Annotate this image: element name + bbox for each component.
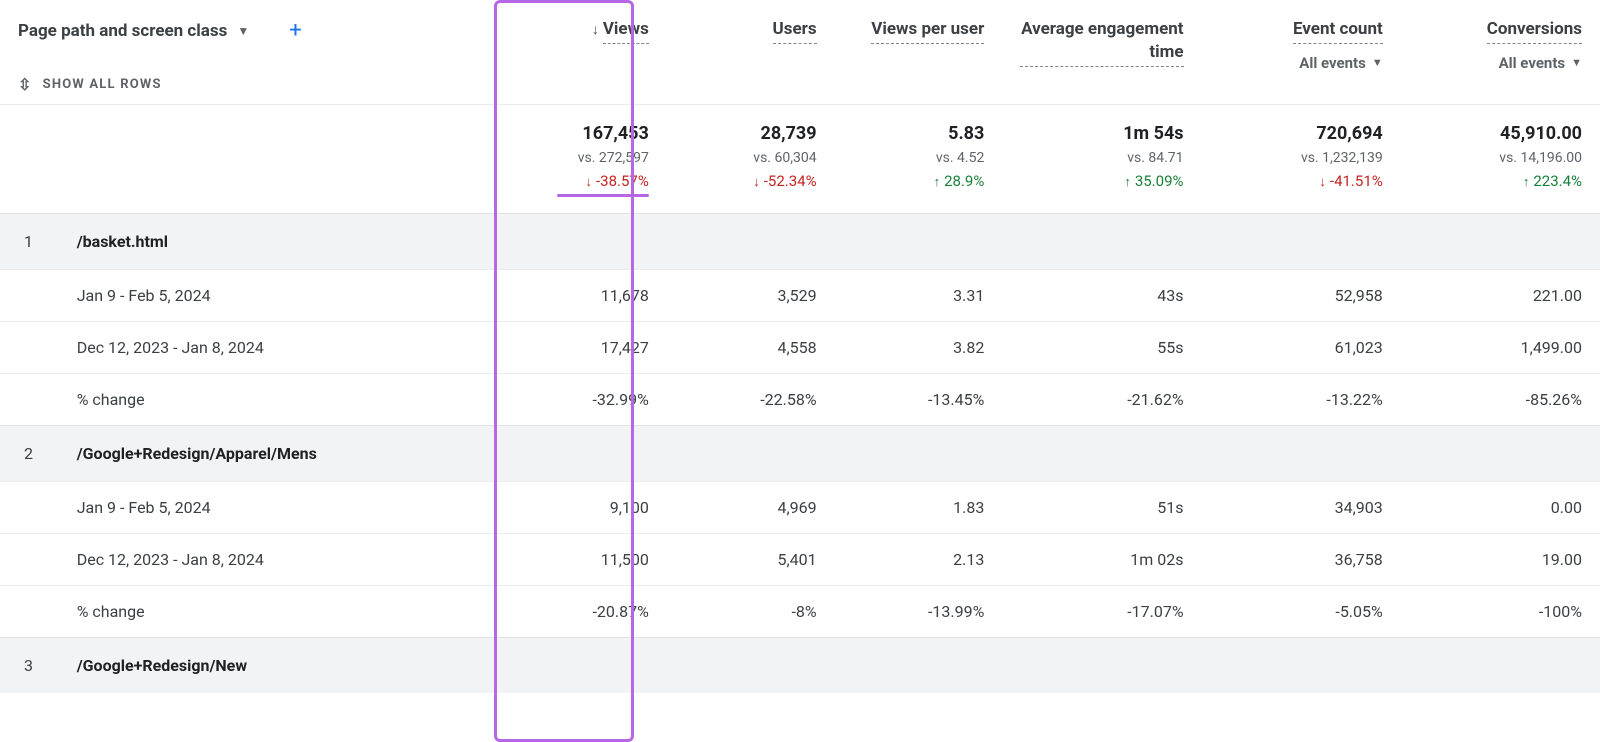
show-all-rows-label: SHOW ALL ROWS	[43, 77, 162, 92]
chevron-down-icon: ▼	[1571, 56, 1582, 69]
arrow-up-icon: ↑	[1124, 175, 1131, 190]
analytics-comparison-table: Page path and screen class ▼ + ⇳ SHOW AL…	[0, 0, 1600, 693]
date-range-current: Jan 9 - Feb 5, 2024	[59, 482, 499, 534]
date-range-current: Jan 9 - Feb 5, 2024	[59, 270, 499, 322]
chevron-down-icon: ▼	[1372, 56, 1383, 69]
percent-change-label: % change	[59, 586, 499, 638]
date-range-previous: Dec 12, 2023 - Jan 8, 2024	[59, 534, 499, 586]
totals-users: 28,739 vs. 60,304 ↓-52.34%	[667, 105, 835, 214]
table-row[interactable]: 3 /Google+Redesign/New	[0, 638, 1600, 694]
event-count-filter[interactable]: All events ▼	[1299, 54, 1382, 72]
table-subrow-current: Jan 9 - Feb 5, 2024 11,678 3,529 3.31 43…	[0, 270, 1600, 322]
sort-descending-icon: ↓	[592, 22, 599, 38]
table-row[interactable]: 2 /Google+Redesign/Apparel/Mens	[0, 426, 1600, 482]
table-subrow-previous: Dec 12, 2023 - Jan 8, 2024 11,500 5,401 …	[0, 534, 1600, 586]
show-all-rows-button[interactable]: ⇳ SHOW ALL ROWS	[18, 75, 481, 94]
table-row[interactable]: 1 /basket.html	[0, 214, 1600, 270]
arrow-down-icon: ↓	[586, 175, 593, 190]
totals-aet: 1m 54s vs. 84.71 ↑35.09%	[1002, 105, 1201, 214]
row-index: 1	[0, 214, 59, 270]
row-path: /Google+Redesign/Apparel/Mens	[59, 426, 499, 482]
arrow-down-icon: ↓	[1319, 175, 1326, 190]
column-header-event-count[interactable]: Event count All events ▼	[1202, 0, 1401, 105]
totals-events: 720,694 vs. 1,232,139 ↓-41.51%	[1202, 105, 1401, 214]
row-index: 2	[0, 426, 59, 482]
add-dimension-button[interactable]: +	[289, 18, 301, 43]
totals-row: 167,453 vs. 272,597 ↓-38.57% 28,739 vs. …	[0, 105, 1600, 214]
table-subrow-change: % change -32.99% -22.58% -13.45% -21.62%…	[0, 374, 1600, 426]
table-subrow-change: % change -20.87% -8% -13.99% -17.07% -5.…	[0, 586, 1600, 638]
row-path: /basket.html	[59, 214, 499, 270]
column-header-views[interactable]: ↓Views	[499, 0, 667, 105]
table-subrow-current: Jan 9 - Feb 5, 2024 9,100 4,969 1.83 51s…	[0, 482, 1600, 534]
column-header-users[interactable]: Users	[667, 0, 835, 105]
chevron-down-icon: ▼	[237, 24, 249, 38]
table-subrow-previous: Dec 12, 2023 - Jan 8, 2024 17,427 4,558 …	[0, 322, 1600, 374]
percent-change-label: % change	[59, 374, 499, 426]
column-header-views-per-user[interactable]: Views per user	[835, 0, 1003, 105]
arrow-down-icon: ↓	[753, 175, 760, 190]
conversions-filter[interactable]: All events ▼	[1499, 54, 1582, 72]
column-header-avg-engagement[interactable]: Average engagement time	[1002, 0, 1201, 105]
totals-vpu: 5.83 vs. 4.52 ↑28.9%	[835, 105, 1003, 214]
arrow-up-icon: ↑	[934, 175, 941, 190]
totals-conv: 45,910.00 vs. 14,196.00 ↑223.4%	[1401, 105, 1600, 214]
totals-views: 167,453 vs. 272,597 ↓-38.57%	[499, 105, 667, 214]
dimension-label: Page path and screen class	[18, 21, 227, 41]
views-highlight-underline	[557, 194, 649, 197]
date-range-previous: Dec 12, 2023 - Jan 8, 2024	[59, 322, 499, 374]
row-index: 3	[0, 638, 59, 694]
expand-icon: ⇳	[18, 75, 33, 94]
dimension-picker[interactable]: Page path and screen class ▼ +	[18, 18, 481, 43]
row-path: /Google+Redesign/New	[59, 638, 499, 694]
column-header-conversions[interactable]: Conversions All events ▼	[1401, 0, 1600, 105]
arrow-up-icon: ↑	[1523, 175, 1530, 190]
